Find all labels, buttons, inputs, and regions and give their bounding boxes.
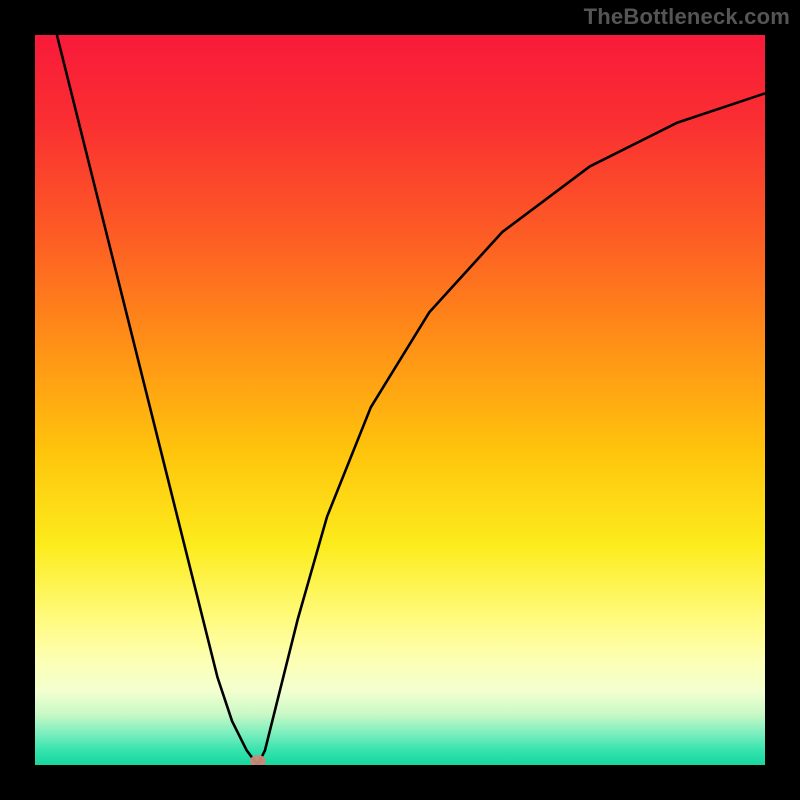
optimum-marker [250,755,266,765]
chart-outer-frame: TheBottleneck.com [0,0,800,800]
curve-svg [35,35,765,765]
watermark-label: TheBottleneck.com [584,4,790,30]
plot-area [35,35,765,765]
bottleneck-curve [57,35,765,765]
